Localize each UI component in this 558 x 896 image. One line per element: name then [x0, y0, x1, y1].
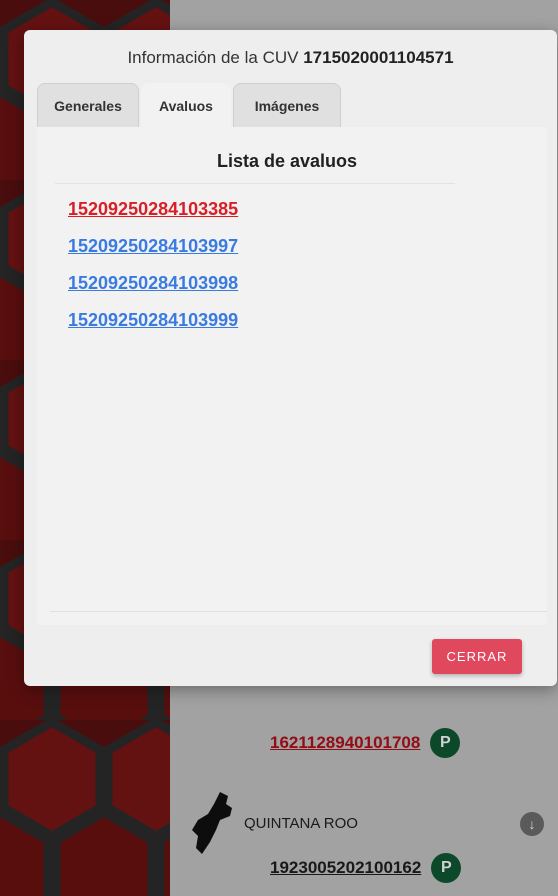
list-item: 15209250284103997 — [68, 236, 238, 273]
appraisal-link[interactable]: 15209250284103997 — [68, 236, 238, 256]
appraisal-link[interactable]: 15209250284103385 — [68, 199, 238, 219]
appraisal-list-title: Lista de avaluos — [216, 151, 358, 171]
list-item: 15209250284103998 — [68, 273, 238, 310]
dialog-title-cuv: 1715020001104571 — [303, 48, 454, 67]
appraisal-link[interactable]: 15209250284103998 — [68, 273, 238, 293]
dialog-title: Información de la CUV 1715020001104571 — [24, 48, 557, 68]
list-item: 15209250284103385 — [68, 199, 238, 236]
app-screen: 1621128940101708 P QUINTANA ROO ↓ 192300… — [0, 0, 558, 896]
appraisal-link[interactable]: 15209250284103999 — [68, 310, 238, 330]
close-button[interactable]: CERRAR — [432, 639, 522, 674]
appraisal-list: 15209250284103385 15209250284103997 1520… — [68, 199, 238, 347]
list-item: 15209250284103999 — [68, 310, 238, 347]
tab-label: Avaluos — [159, 98, 213, 114]
dialog-title-prefix: Información de la CUV — [127, 48, 299, 67]
divider — [55, 183, 455, 184]
tab-label: Imágenes — [254, 98, 320, 114]
tab-content-avaluos: Lista de avaluos 15209250284103385 15209… — [37, 127, 547, 625]
divider — [50, 611, 547, 612]
tab-label: Generales — [54, 98, 122, 114]
cuv-info-dialog: Información de la CUV 1715020001104571 G… — [24, 30, 557, 686]
